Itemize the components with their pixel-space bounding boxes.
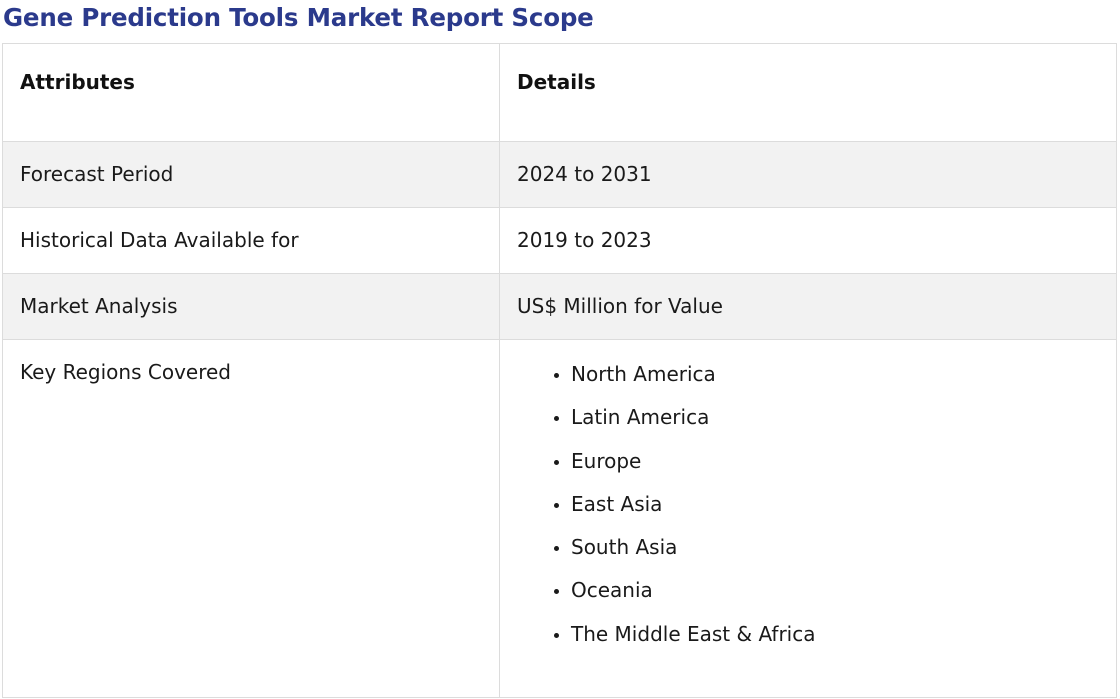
attribute-cell: Key Regions Covered: [2, 339, 500, 698]
attributes-header: Attributes: [2, 43, 500, 142]
list-item-region: Europe: [571, 440, 1099, 483]
list-item-region: South Asia: [571, 526, 1099, 569]
page-title: Gene Prediction Tools Market Report Scop…: [3, 3, 594, 32]
table-row-market-analysis: Market Analysis US$ Million for Value: [2, 273, 1117, 340]
detail-cell: North America Latin America Europe East …: [499, 339, 1117, 698]
detail-cell: 2024 to 2031: [499, 141, 1117, 208]
table-row-historical-data: Historical Data Available for 2019 to 20…: [2, 207, 1117, 274]
regions-list: North America Latin America Europe East …: [517, 353, 1099, 656]
report-scope-table: Attributes Details Forecast Period 2024 …: [2, 43, 1117, 698]
detail-cell: US$ Million for Value: [499, 273, 1117, 340]
table-header-row: Attributes Details: [2, 43, 1117, 142]
attribute-cell: Forecast Period: [2, 141, 500, 208]
attribute-cell: Market Analysis: [2, 273, 500, 340]
table-row-forecast-period: Forecast Period 2024 to 2031: [2, 141, 1117, 208]
list-item-region: Oceania: [571, 569, 1099, 612]
table-row-key-regions: Key Regions Covered North America Latin …: [2, 339, 1117, 698]
detail-cell: 2019 to 2023: [499, 207, 1117, 274]
attribute-cell: Historical Data Available for: [2, 207, 500, 274]
details-header: Details: [499, 43, 1117, 142]
list-item-region: North America: [571, 353, 1099, 396]
list-item-region: The Middle East & Africa: [571, 613, 1099, 656]
list-item-region: Latin America: [571, 396, 1099, 439]
list-item-region: East Asia: [571, 483, 1099, 526]
